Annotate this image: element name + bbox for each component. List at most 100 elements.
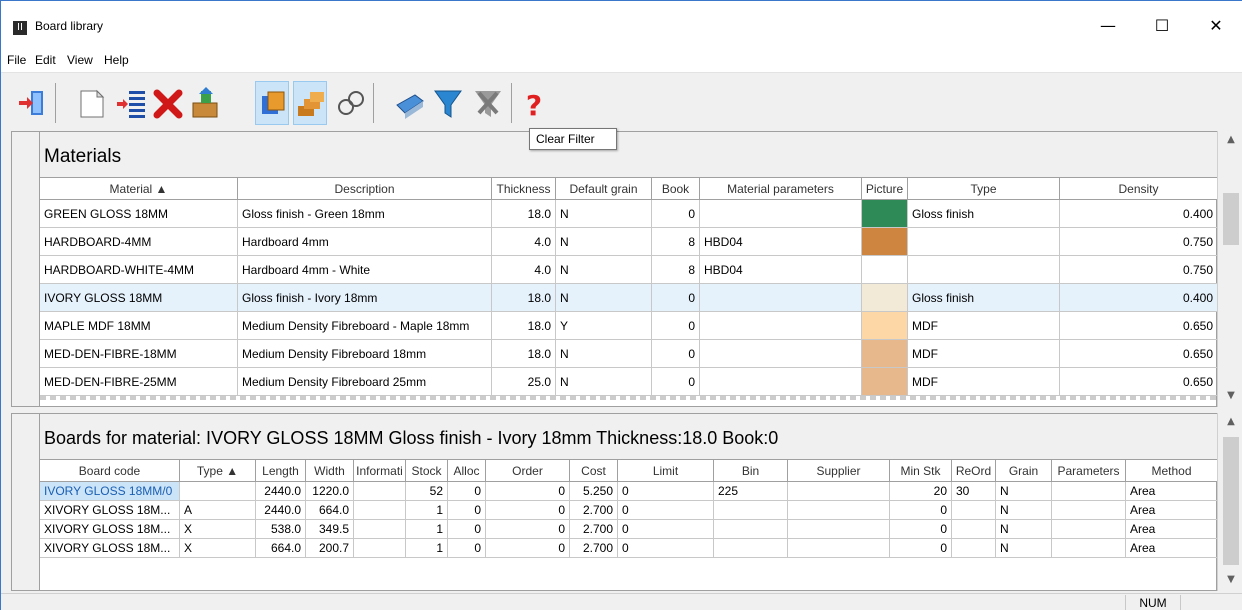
table-cell[interactable]: 1220.0: [306, 482, 354, 501]
table-cell[interactable]: [700, 284, 862, 312]
table-cell[interactable]: N: [556, 284, 652, 312]
table-cell[interactable]: [700, 200, 862, 228]
column-header[interactable]: Parameters: [1052, 460, 1126, 482]
table-cell[interactable]: 0: [652, 312, 700, 340]
table-cell[interactable]: [700, 312, 862, 340]
column-header[interactable]: Material parameters: [700, 178, 862, 200]
table-cell[interactable]: 4.0: [492, 256, 556, 284]
table-cell[interactable]: 349.5: [306, 520, 354, 539]
table-cell[interactable]: IVORY GLOSS 18MM: [40, 284, 238, 312]
table-cell[interactable]: [714, 501, 788, 520]
table-cell[interactable]: [700, 368, 862, 396]
delete-icon[interactable]: [151, 81, 185, 125]
table-cell[interactable]: GREEN GLOSS 18MM: [40, 200, 238, 228]
table-cell[interactable]: Gloss finish: [908, 200, 1060, 228]
table-cell[interactable]: N: [556, 228, 652, 256]
table-cell[interactable]: N: [556, 368, 652, 396]
table-cell[interactable]: Gloss finish: [908, 284, 1060, 312]
table-cell[interactable]: MED-DEN-FIBRE-25MM: [40, 368, 238, 396]
table-cell[interactable]: 0: [448, 539, 486, 558]
column-header[interactable]: Book: [652, 178, 700, 200]
table-cell[interactable]: 18.0: [492, 312, 556, 340]
table-cell[interactable]: 52: [406, 482, 448, 501]
table-cell[interactable]: 1: [406, 539, 448, 558]
table-cell[interactable]: 2440.0: [256, 501, 306, 520]
table-cell[interactable]: [788, 482, 890, 501]
table-cell[interactable]: [700, 340, 862, 368]
table-cell[interactable]: [354, 520, 406, 539]
boards-icon[interactable]: [255, 81, 289, 125]
table-cell[interactable]: [952, 501, 996, 520]
table-cell[interactable]: [1052, 501, 1126, 520]
menu-help[interactable]: Help: [104, 53, 129, 67]
table-cell[interactable]: 538.0: [256, 520, 306, 539]
table-cell[interactable]: 2.700: [570, 539, 618, 558]
materials-scrollbar[interactable]: ▲ ▼: [1217, 131, 1242, 407]
table-cell[interactable]: Gloss finish - Green 18mm: [238, 200, 492, 228]
table-cell[interactable]: MDF: [908, 312, 1060, 340]
table-cell[interactable]: HBD04: [700, 228, 862, 256]
column-header[interactable]: Description: [238, 178, 492, 200]
column-header[interactable]: Bin: [714, 460, 788, 482]
table-cell[interactable]: 0.400: [1060, 200, 1218, 228]
table-cell[interactable]: Area: [1126, 501, 1218, 520]
table-cell[interactable]: 664.0: [256, 539, 306, 558]
column-header[interactable]: Informati: [354, 460, 406, 482]
column-header[interactable]: Thickness: [492, 178, 556, 200]
table-cell[interactable]: 25.0: [492, 368, 556, 396]
column-header[interactable]: Supplier: [788, 460, 890, 482]
table-cell[interactable]: 20: [890, 482, 952, 501]
table-cell[interactable]: 200.7: [306, 539, 354, 558]
table-cell[interactable]: 0: [890, 501, 952, 520]
column-header[interactable]: Length: [256, 460, 306, 482]
filter-icon[interactable]: [431, 81, 465, 125]
table-cell[interactable]: N: [556, 340, 652, 368]
column-header[interactable]: Material ▲: [40, 178, 238, 200]
maximize-button[interactable]: ☐: [1139, 11, 1185, 41]
table-cell[interactable]: 0: [618, 501, 714, 520]
table-cell[interactable]: [1052, 539, 1126, 558]
table-cell[interactable]: 18.0: [492, 340, 556, 368]
column-header[interactable]: Board code: [40, 460, 180, 482]
table-cell[interactable]: N: [996, 520, 1052, 539]
scroll-up-arrow[interactable]: ▲: [1218, 131, 1242, 149]
table-cell[interactable]: 0.650: [1060, 340, 1218, 368]
table-cell[interactable]: 30: [952, 482, 996, 501]
new-icon[interactable]: [75, 81, 109, 125]
table-cell[interactable]: MED-DEN-FIBRE-18MM: [40, 340, 238, 368]
column-header[interactable]: Order: [486, 460, 570, 482]
table-cell[interactable]: 8: [652, 256, 700, 284]
table-cell[interactable]: 1: [406, 520, 448, 539]
table-cell[interactable]: HARDBOARD-WHITE-4MM: [40, 256, 238, 284]
scroll-thumb[interactable]: [1223, 437, 1239, 565]
menu-view[interactable]: View: [67, 53, 93, 67]
table-cell[interactable]: 0: [486, 482, 570, 501]
table-cell[interactable]: N: [556, 256, 652, 284]
table-cell[interactable]: 0: [448, 501, 486, 520]
table-cell[interactable]: [788, 539, 890, 558]
table-cell[interactable]: 0.650: [1060, 312, 1218, 340]
table-cell[interactable]: [714, 520, 788, 539]
table-cell[interactable]: 1: [406, 501, 448, 520]
table-cell[interactable]: 0.400: [1060, 284, 1218, 312]
table-cell[interactable]: [354, 482, 406, 501]
table-cell[interactable]: 225: [714, 482, 788, 501]
table-cell[interactable]: [714, 539, 788, 558]
parts-icon[interactable]: [293, 81, 327, 125]
table-cell[interactable]: 0.750: [1060, 256, 1218, 284]
column-header[interactable]: Default grain: [556, 178, 652, 200]
table-cell[interactable]: 0: [486, 501, 570, 520]
table-cell[interactable]: 0: [652, 284, 700, 312]
table-cell[interactable]: 0: [618, 539, 714, 558]
table-cell[interactable]: 8: [652, 228, 700, 256]
table-cell[interactable]: N: [996, 539, 1052, 558]
table-cell[interactable]: 0: [448, 482, 486, 501]
close-button[interactable]: ✕: [1193, 11, 1239, 41]
column-header[interactable]: Stock: [406, 460, 448, 482]
column-header[interactable]: ReOrd: [952, 460, 996, 482]
table-cell[interactable]: Area: [1126, 482, 1218, 501]
help-icon[interactable]: ?: [517, 81, 551, 125]
table-cell[interactable]: Medium Density Fibreboard 25mm: [238, 368, 492, 396]
table-cell[interactable]: 0: [486, 539, 570, 558]
scroll-down-arrow[interactable]: ▼: [1218, 571, 1242, 589]
